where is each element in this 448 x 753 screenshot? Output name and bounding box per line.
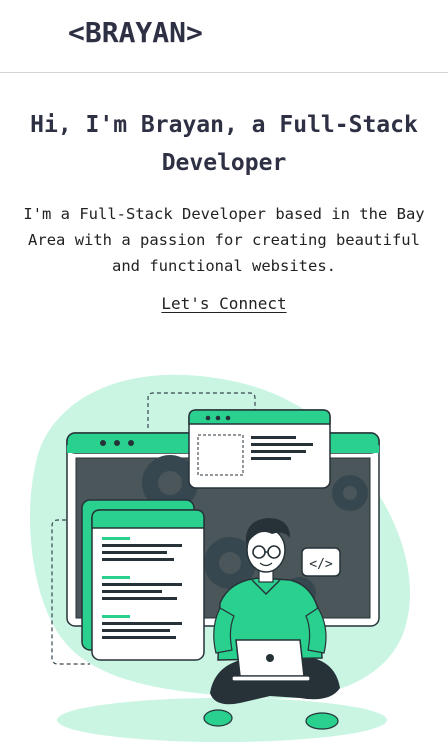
floating-window-top [188, 409, 331, 489]
code-badge-icon: </> [301, 547, 341, 577]
developer-laptop-illustration: </> [30, 374, 410, 742]
site-logo[interactable]: <BRAYAN> [68, 16, 203, 49]
lets-connect-link[interactable]: Let's Connect [161, 294, 286, 313]
svg-text:</>: </> [309, 557, 333, 572]
hero-title: Hi, I'm Brayan, a Full-Stack Developer [30, 112, 418, 176]
document-cards [81, 499, 205, 661]
cta-container: Let's Connect [0, 294, 448, 313]
top-navbar: <BRAYAN> [0, 0, 448, 73]
hero-description: I'm a Full-Stack Developer based in the … [23, 205, 425, 275]
